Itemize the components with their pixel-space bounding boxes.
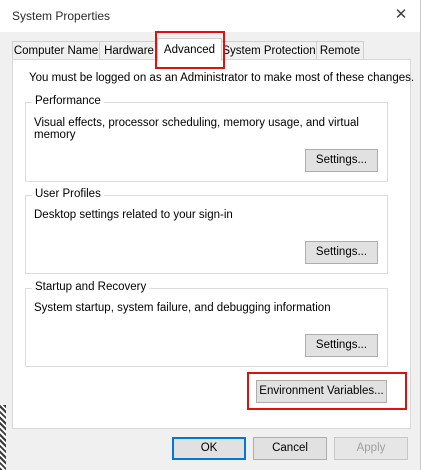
startup-recovery-group: Startup and Recovery System startup, sys… — [25, 281, 388, 367]
cancel-button[interactable]: Cancel — [253, 437, 327, 460]
user-profiles-settings-button[interactable]: Settings... — [305, 241, 378, 264]
background-edge — [0, 405, 6, 470]
user-profiles-description: Desktop settings related to your sign-in — [34, 209, 233, 221]
performance-group-title: Performance — [32, 95, 104, 107]
tab-computer-name[interactable]: Computer Name — [12, 41, 100, 60]
tab-advanced[interactable]: Advanced — [157, 38, 222, 61]
user-profiles-group: User Profiles Desktop settings related t… — [25, 188, 388, 274]
apply-button[interactable]: Apply — [334, 437, 408, 460]
startup-recovery-settings-button[interactable]: Settings... — [305, 334, 378, 357]
close-icon[interactable]: ✕ — [390, 4, 412, 26]
title-bar[interactable]: System Properties ✕ — [0, 0, 420, 32]
ok-button[interactable]: OK — [172, 437, 246, 460]
window-title: System Properties — [12, 9, 111, 23]
system-properties-window: System Properties ✕ Computer Name Hardwa… — [0, 0, 421, 470]
tab-remote[interactable]: Remote — [316, 41, 364, 60]
startup-recovery-group-title: Startup and Recovery — [32, 281, 150, 293]
performance-description: Visual effects, processor scheduling, me… — [34, 117, 359, 141]
tab-system-protection[interactable]: System Protection — [221, 41, 317, 60]
admin-notice: You must be logged on as an Administrato… — [29, 72, 415, 84]
performance-settings-button[interactable]: Settings... — [305, 149, 378, 172]
tab-hardware[interactable]: Hardware — [99, 41, 159, 60]
performance-group: Performance Visual effects, processor sc… — [25, 95, 388, 182]
environment-variables-button[interactable]: Environment Variables... — [256, 380, 387, 403]
startup-recovery-description: System startup, system failure, and debu… — [34, 302, 331, 314]
user-profiles-group-title: User Profiles — [32, 188, 104, 200]
